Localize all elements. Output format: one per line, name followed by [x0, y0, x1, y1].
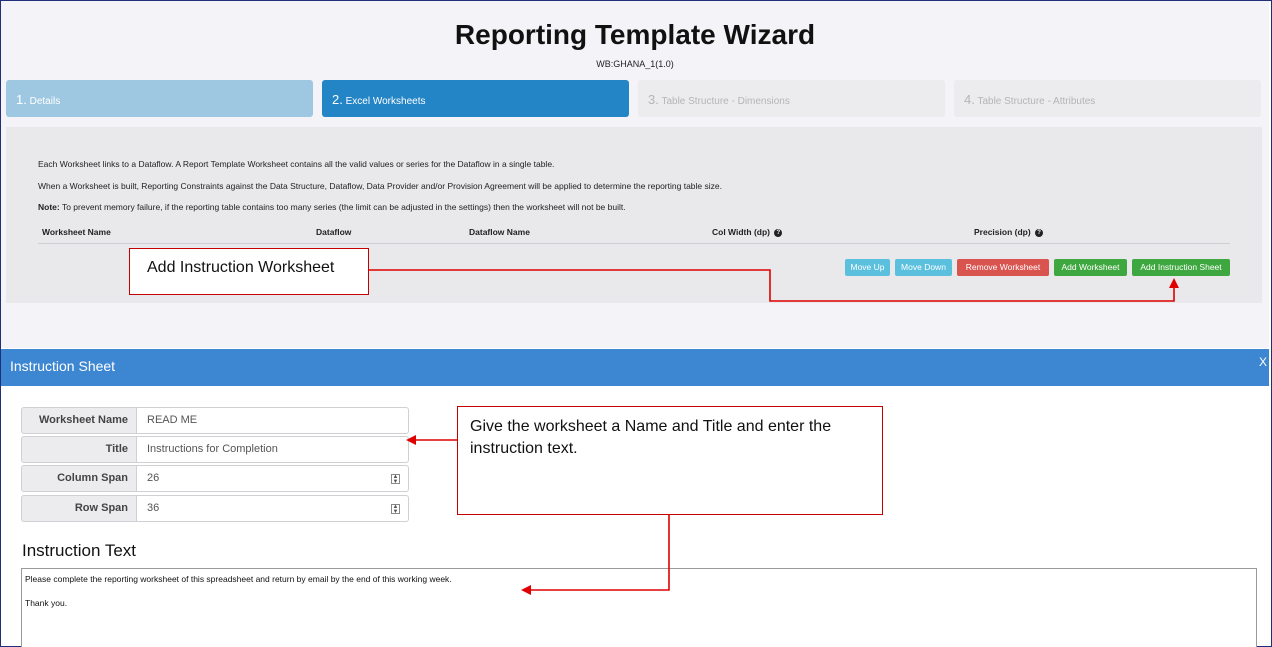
column-span-value: 26 [147, 472, 160, 484]
close-icon[interactable]: X [1259, 355, 1267, 369]
info-text-constraints: When a Worksheet is built, Reporting Con… [38, 181, 722, 191]
help-icon[interactable]: ? [1035, 228, 1044, 237]
instruction-text-heading: Instruction Text [22, 541, 137, 560]
callout-add-instruction: Add Instruction Worksheet [129, 248, 369, 295]
step-label: Excel Worksheets [345, 96, 426, 107]
instruction-line: Thank you. [25, 598, 68, 608]
column-span-row: Column Span 26 ▲ ▼ [21, 465, 409, 492]
info-text-note: Note: To prevent memory failure, if the … [38, 202, 626, 212]
add-instruction-sheet-button[interactable]: Add Instruction Sheet [1132, 259, 1230, 276]
step-table-structure-attributes[interactable]: 4. Table Structure - Attributes [954, 80, 1261, 117]
row-span-value: 36 [147, 502, 160, 514]
add-worksheet-button[interactable]: Add Worksheet [1054, 259, 1127, 276]
dialog-header: Instruction Sheet [1, 349, 1269, 386]
step-label: Table Structure - Attributes [977, 96, 1096, 107]
instruction-text-area[interactable]: Please complete the reporting worksheet … [21, 568, 1257, 647]
row-span-row: Row Span 36 ▲ ▼ [21, 495, 409, 522]
help-icon[interactable]: ? [774, 228, 783, 237]
column-header-worksheet-name: Worksheet Name [42, 227, 111, 237]
header-divider [38, 243, 1230, 244]
col-width-label: Col Width (dp) [712, 227, 770, 237]
callout-name-title: Give the worksheet a Name and Title and … [457, 406, 883, 515]
column-span-label: Column Span [21, 465, 137, 492]
spinner-icon[interactable]: ▲ ▼ [391, 474, 400, 485]
step-excel-worksheets[interactable]: 2. Excel Worksheets [322, 80, 629, 117]
title-input[interactable]: Instructions for Completion [136, 436, 409, 463]
note-text: To prevent memory failure, if the report… [59, 202, 626, 212]
precision-label: Precision (dp) [974, 227, 1031, 237]
note-label: Note: [38, 202, 60, 212]
column-header-col-width: Col Width (dp) ? [712, 227, 783, 237]
step-number: 4. [964, 92, 975, 107]
step-label: Details [29, 96, 61, 107]
column-header-dataflow-name: Dataflow Name [469, 227, 530, 237]
worksheet-name-input[interactable]: READ ME [136, 407, 409, 434]
dialog-title: Instruction Sheet [10, 358, 116, 374]
step-table-structure-dimensions[interactable]: 3. Table Structure - Dimensions [638, 80, 945, 117]
move-down-button[interactable]: Move Down [895, 259, 952, 276]
step-details[interactable]: 1. Details [6, 80, 313, 117]
column-header-precision: Precision (dp) ? [974, 227, 1044, 237]
step-number: 2. [332, 92, 343, 107]
title-row: Title Instructions for Completion [21, 436, 409, 463]
wizard-page: Reporting Template Wizard WB:GHANA_1(1.0… [1, 1, 1269, 348]
title-label: Title [21, 436, 137, 463]
row-span-input[interactable]: 36 ▲ ▼ [136, 495, 409, 522]
wizard-subtitle: WB:GHANA_1(1.0) [596, 59, 674, 69]
row-span-label: Row Span [21, 495, 137, 522]
info-text-dataflow: Each Worksheet links to a Dataflow. A Re… [38, 159, 555, 169]
wizard-title: Reporting Template Wizard [454, 19, 816, 50]
instruction-line: Please complete the reporting worksheet … [25, 574, 452, 584]
step-number: 1. [16, 92, 27, 107]
spinner-icon[interactable]: ▲ ▼ [391, 504, 400, 515]
step-number: 3. [648, 92, 659, 107]
move-up-button[interactable]: Move Up [845, 259, 890, 276]
worksheet-name-row: Worksheet Name READ ME [21, 407, 409, 434]
remove-worksheet-button[interactable]: Remove Worksheet [957, 259, 1049, 276]
column-span-input[interactable]: 26 ▲ ▼ [136, 465, 409, 492]
worksheet-name-label: Worksheet Name [21, 407, 137, 434]
step-label: Table Structure - Dimensions [661, 96, 790, 107]
column-header-dataflow: Dataflow [316, 227, 352, 237]
